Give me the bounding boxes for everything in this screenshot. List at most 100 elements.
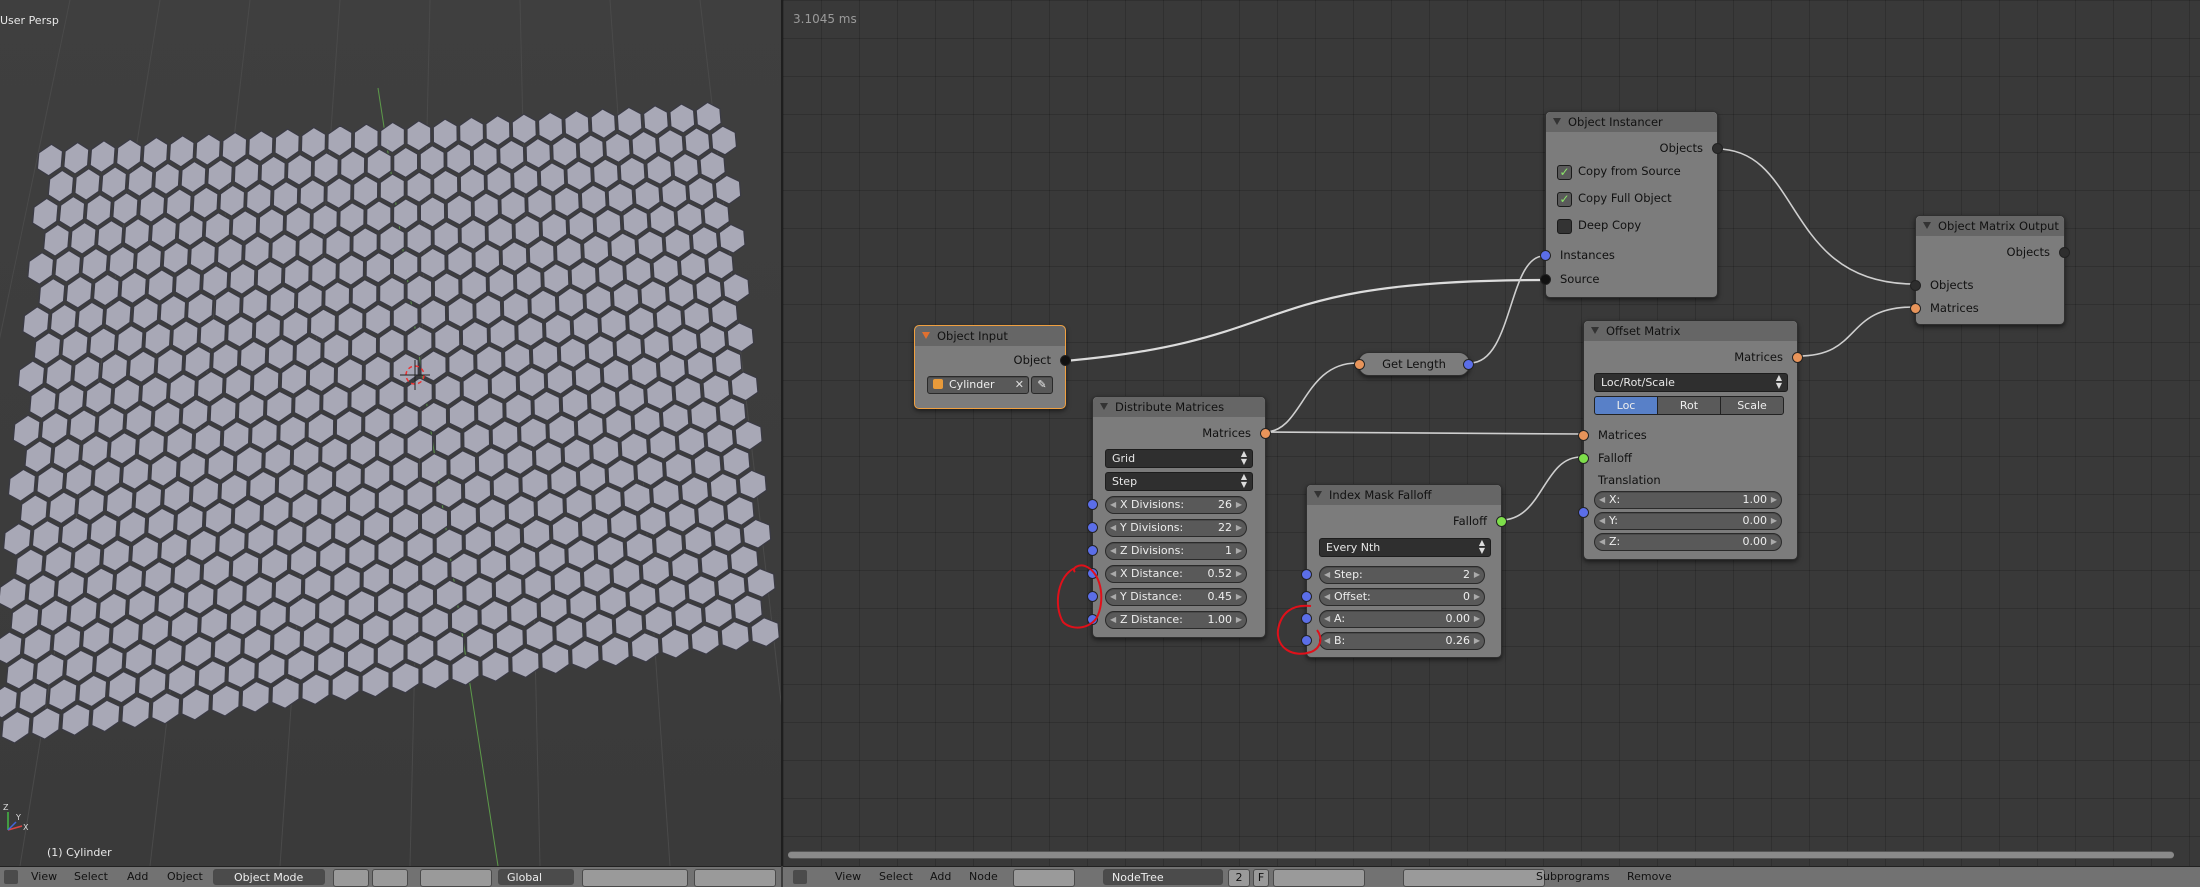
- falloff-mode-select[interactable]: Every Nth ▲ ▼: [1319, 538, 1491, 557]
- socket-falloff-input[interactable]: [1578, 453, 1589, 464]
- node-index-mask-falloff[interactable]: Index Mask Falloff Falloff Every Nth ▲ ▼ ◀…: [1301, 484, 1507, 658]
- socket-objects-output[interactable]: [1712, 143, 1723, 154]
- number-field[interactable]: ◀ Y Divisions: 22 ▶: [1105, 519, 1247, 537]
- increment-arrow-icon[interactable]: ▶: [1236, 520, 1242, 536]
- node-tool-icons[interactable]: [1403, 869, 1545, 887]
- node-offset-matrix[interactable]: Offset Matrix Matrices Loc/Rot/Scale ▲ ▼ L…: [1578, 320, 1803, 560]
- node-title[interactable]: Offset Matrix: [1584, 321, 1797, 341]
- socket-matrices-input[interactable]: [1578, 430, 1589, 441]
- collapse-icon[interactable]: [1314, 491, 1322, 498]
- clear-icon[interactable]: ✕: [1015, 377, 1024, 393]
- number-field[interactable]: ◀ X Distance: 0.52 ▶: [1105, 565, 1247, 583]
- layer-buttons[interactable]: [582, 869, 688, 887]
- checkbox[interactable]: ✓: [1557, 165, 1572, 180]
- increment-arrow-icon[interactable]: ▶: [1474, 567, 1480, 583]
- decrement-arrow-icon[interactable]: ◀: [1599, 513, 1605, 529]
- remove-button[interactable]: Remove: [1627, 867, 1672, 887]
- menu-object[interactable]: Object: [167, 867, 203, 887]
- node-title[interactable]: Object Matrix Output: [1916, 216, 2064, 236]
- subprograms-button[interactable]: Subprograms: [1536, 867, 1610, 887]
- socket-translation-input[interactable]: [1578, 507, 1589, 518]
- increment-arrow-icon[interactable]: ▶: [1474, 611, 1480, 627]
- number-field[interactable]: ◀ Y Distance: 0.45 ▶: [1105, 588, 1247, 606]
- decrement-arrow-icon[interactable]: ◀: [1324, 567, 1330, 583]
- collapse-icon[interactable]: [1553, 118, 1561, 125]
- editor-type-icon[interactable]: [793, 870, 807, 884]
- socket-length-output[interactable]: [1463, 359, 1474, 370]
- socket-matrices-output[interactable]: [1260, 428, 1271, 439]
- number-field[interactable]: ◀ Offset: 0 ▶: [1319, 588, 1485, 606]
- menu-view[interactable]: View: [835, 867, 861, 887]
- number-field[interactable]: ◀ Step: 2 ▶: [1319, 566, 1485, 584]
- offset-mode-select[interactable]: Loc/Rot/Scale ▲ ▼: [1594, 373, 1788, 392]
- checkbox[interactable]: [1557, 219, 1572, 234]
- collapse-icon[interactable]: [1923, 222, 1931, 229]
- manipulator-icons[interactable]: [420, 869, 492, 887]
- increment-arrow-icon[interactable]: ▶: [1236, 543, 1242, 559]
- collapse-icon[interactable]: [1591, 327, 1599, 334]
- socket-object-output[interactable]: [1060, 355, 1071, 366]
- increment-arrow-icon[interactable]: ▶: [1236, 566, 1242, 582]
- number-field[interactable]: ◀ X Divisions: 26 ▶: [1105, 496, 1247, 514]
- node-editor[interactable]: 3.1045 ms Object Input Object Cylinder ✕…: [783, 0, 2200, 866]
- menu-view[interactable]: View: [31, 867, 57, 887]
- scrollbar-thumb[interactable]: [788, 852, 2174, 858]
- 3d-viewport[interactable]: XYZ User Persp (1) Cylinder: [0, 0, 783, 866]
- increment-arrow-icon[interactable]: ▶: [1236, 497, 1242, 513]
- collapse-icon[interactable]: [1100, 403, 1108, 410]
- editor-type-icon[interactable]: [4, 870, 18, 884]
- socket-source-input[interactable]: [1540, 274, 1551, 285]
- number-field[interactable]: ◀ Z Distance: 1.00 ▶: [1105, 611, 1247, 629]
- socket-matrices-input[interactable]: [1910, 303, 1921, 314]
- node-object-matrix-output[interactable]: Object Matrix Output Objects Objects Mat…: [1910, 215, 2070, 325]
- socket-input[interactable]: [1301, 569, 1312, 580]
- increment-arrow-icon[interactable]: ▶: [1771, 492, 1777, 508]
- menu-add[interactable]: Add: [930, 867, 951, 887]
- decrement-arrow-icon[interactable]: ◀: [1599, 492, 1605, 508]
- menu-select[interactable]: Select: [879, 867, 913, 887]
- decrement-arrow-icon[interactable]: ◀: [1110, 497, 1116, 513]
- node-title[interactable]: Distribute Matrices: [1093, 397, 1265, 417]
- increment-arrow-icon[interactable]: ▶: [1236, 589, 1242, 605]
- mode-select[interactable]: Object Mode: [213, 869, 325, 885]
- decrement-arrow-icon[interactable]: ◀: [1110, 520, 1116, 536]
- node-object-instancer[interactable]: Object Instancer Objects ✓ Copy from Sour…: [1540, 111, 1723, 298]
- shading-select[interactable]: [333, 869, 369, 887]
- orientation-select[interactable]: Global: [498, 869, 574, 885]
- socket-input[interactable]: [1087, 499, 1098, 510]
- node-title[interactable]: Object Input: [915, 326, 1065, 346]
- socket-objects-input[interactable]: [1910, 280, 1921, 291]
- node-title[interactable]: Object Instancer: [1546, 112, 1717, 132]
- object-picker[interactable]: Cylinder ✕: [927, 376, 1029, 394]
- checkbox[interactable]: ✓: [1557, 192, 1572, 207]
- decrement-arrow-icon[interactable]: ◀: [1110, 543, 1116, 559]
- socket-input[interactable]: [1087, 522, 1098, 533]
- increment-arrow-icon[interactable]: ▶: [1771, 513, 1777, 529]
- segment-loc[interactable]: Loc: [1594, 396, 1658, 415]
- node-title[interactable]: Index Mask Falloff: [1307, 485, 1501, 505]
- distance-mode-select[interactable]: Step ▲ ▼: [1105, 472, 1253, 491]
- snap-buttons[interactable]: [694, 869, 776, 887]
- number-field[interactable]: ◀ X: 1.00 ▶: [1594, 491, 1782, 509]
- horizontal-scrollbar[interactable]: [788, 851, 2174, 859]
- socket-falloff-output[interactable]: [1496, 516, 1507, 527]
- tree-tool-icons[interactable]: [1273, 869, 1365, 887]
- socket-matrices-output[interactable]: [1792, 352, 1803, 363]
- segment-rot[interactable]: Rot: [1657, 396, 1721, 415]
- socket-instances-input[interactable]: [1540, 250, 1551, 261]
- number-field[interactable]: ◀ Z Divisions: 1 ▶: [1105, 542, 1247, 560]
- socket-input[interactable]: [1087, 545, 1098, 556]
- menu-node[interactable]: Node: [969, 867, 998, 887]
- pivot-select[interactable]: [372, 869, 408, 887]
- number-field[interactable]: ◀ A: 0.00 ▶: [1319, 610, 1485, 628]
- collapse-icon[interactable]: [922, 332, 930, 339]
- node-get-length[interactable]: Get Length: [1354, 352, 1474, 376]
- eyedropper-icon[interactable]: ✎: [1031, 376, 1053, 394]
- menu-select[interactable]: Select: [74, 867, 108, 887]
- number-field[interactable]: ◀ Y: 0.00 ▶: [1594, 512, 1782, 530]
- number-field[interactable]: ◀ Z: 0.00 ▶: [1594, 533, 1782, 551]
- node-tree-users[interactable]: 2: [1228, 869, 1250, 887]
- fake-user-button[interactable]: F: [1253, 869, 1269, 887]
- tree-type-buttons[interactable]: [1013, 869, 1075, 887]
- segment-scale[interactable]: Scale: [1720, 396, 1784, 415]
